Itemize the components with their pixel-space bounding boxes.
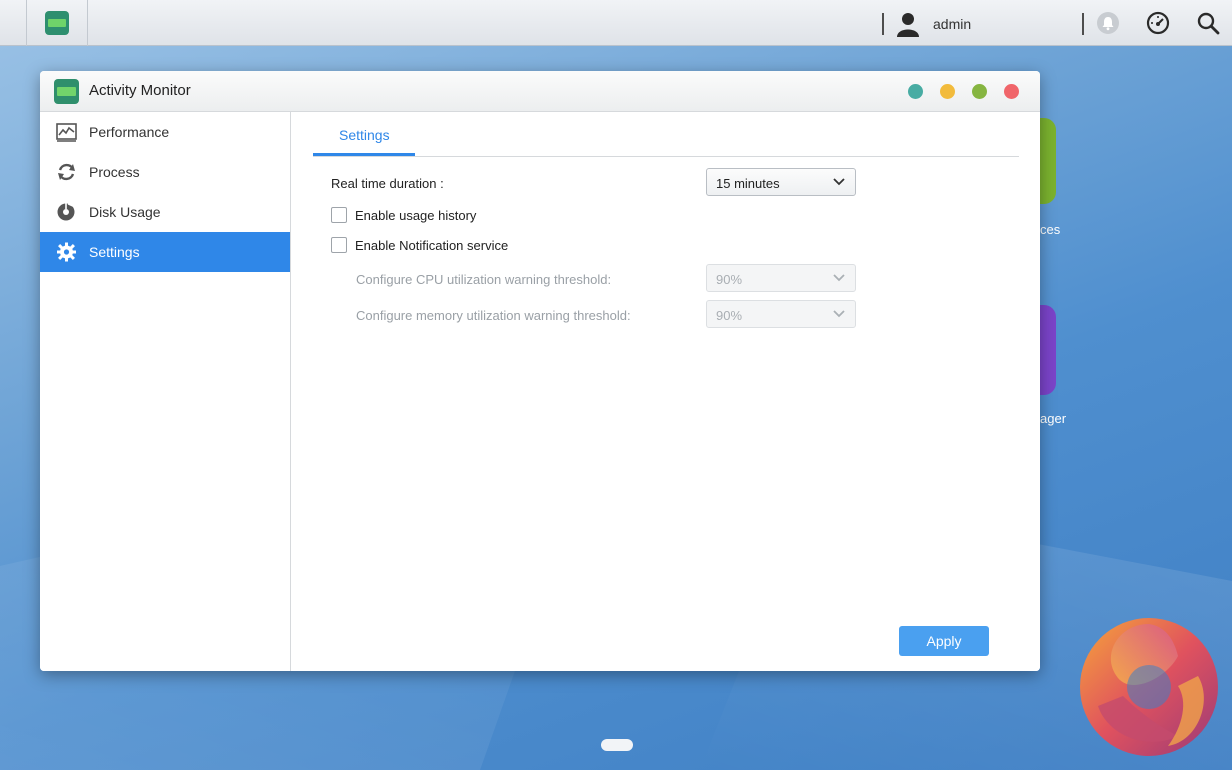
gauge-icon[interactable] [1146,11,1170,35]
real-time-duration-select[interactable]: 15 minutes [706,168,856,196]
disk-usage-pie-icon [57,203,75,221]
sidebar-item-process[interactable]: Process [40,152,290,192]
dock-handle[interactable] [601,739,633,751]
tab-divider [313,156,1019,157]
cpu-threshold-select[interactable]: 90% [706,264,856,292]
chevron-down-icon [833,178,845,186]
settings-panel: Settings Real time duration : 15 minutes… [292,112,1040,671]
select-value: 90% [716,308,743,323]
select-value: 90% [716,272,743,287]
usage-history-label[interactable]: Enable usage history [355,208,476,223]
restore-button[interactable] [940,84,955,99]
chevron-down-icon [833,310,845,318]
search-icon[interactable] [1196,11,1220,35]
sidebar-item-label: Disk Usage [89,204,161,220]
sidebar: Performance Process Disk Usage Settings [40,112,291,671]
activity-monitor-window: Activity Monitor Performance Process Dis… [40,71,1040,671]
sidebar-item-performance[interactable]: Performance [40,112,290,152]
activity-monitor-icon [45,11,69,35]
apply-button[interactable]: Apply [899,626,989,656]
sidebar-item-settings[interactable]: Settings [40,232,290,272]
main-menu-button[interactable] [26,0,88,46]
sidebar-item-label: Process [89,164,140,180]
sidebar-item-disk-usage[interactable]: Disk Usage [40,192,290,232]
select-value: 15 minutes [716,176,780,191]
maximize-button[interactable] [972,84,987,99]
window-title: Activity Monitor [89,82,191,99]
chevron-down-icon [833,274,845,282]
memory-threshold-label: Configure memory utilization warning thr… [356,308,631,323]
minimize-button[interactable] [908,84,923,99]
desktop-app-label[interactable]: ces [1040,222,1060,237]
notification-service-checkbox[interactable] [331,237,347,253]
tab-settings[interactable]: Settings [313,112,415,156]
desktop-app-label[interactable]: ager [1040,411,1066,426]
close-button[interactable] [1004,84,1019,99]
user-icon[interactable] [896,11,920,37]
real-time-duration-label: Real time duration : [331,176,444,191]
separator [1082,13,1084,35]
gear-icon [57,242,76,262]
activity-monitor-icon [54,79,79,104]
sidebar-item-label: Performance [89,124,170,140]
separator [882,13,884,35]
username[interactable]: admin [933,16,971,32]
usage-history-checkbox[interactable] [331,207,347,223]
tab-label: Settings [339,127,390,143]
bell-icon[interactable] [1097,12,1119,34]
process-cycle-icon [58,163,75,181]
sidebar-item-label: Settings [89,244,140,260]
memory-threshold-select[interactable]: 90% [706,300,856,328]
window-titlebar[interactable]: Activity Monitor [40,71,1040,112]
top-bar: admin [0,0,1232,46]
cpu-threshold-label: Configure CPU utilization warning thresh… [356,272,612,287]
performance-chart-icon [56,123,77,142]
notification-service-label[interactable]: Enable Notification service [355,238,508,253]
brand-logo [1080,618,1218,756]
